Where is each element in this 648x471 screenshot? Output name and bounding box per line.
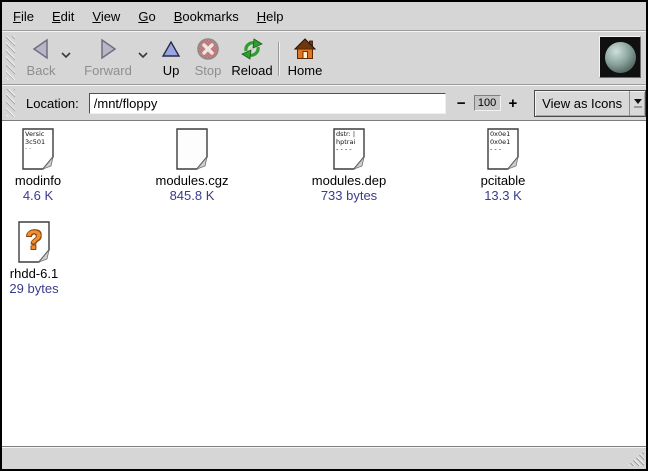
menu-go[interactable]: Go (129, 5, 164, 28)
forward-label: Forward (84, 63, 132, 78)
menu-help[interactable]: Help (248, 5, 293, 28)
toolbar-drag-handle[interactable] (6, 36, 15, 80)
file-size: 29 bytes (9, 281, 58, 296)
question-mark-glyph: ? (17, 222, 51, 258)
preview-line: · · (25, 146, 51, 154)
toolbar-separator (278, 42, 280, 76)
file-item-modules-cgz[interactable]: modules.cgz 845.8 K (132, 128, 252, 203)
forward-arrow-icon (96, 37, 120, 61)
reload-label: Reload (231, 63, 272, 78)
file-item-modinfo[interactable]: Versic 3c501 · · modinfo 4.6 K (2, 128, 98, 203)
throbber-sphere-icon (605, 42, 636, 73)
preview-line: - - - (490, 146, 516, 154)
file-name: modules.dep (312, 173, 386, 188)
location-bar: Location: − 100 + View as Icons (2, 86, 646, 120)
file-item-modules-dep[interactable]: dstr: | hptrai - - - - modules.dep 733 b… (289, 128, 409, 203)
location-label: Location: (26, 96, 79, 111)
file-name: rhdd-6.1 (10, 266, 58, 281)
forward-button[interactable]: Forward (79, 34, 137, 82)
home-icon (293, 37, 317, 61)
home-label: Home (288, 63, 323, 78)
dropdown-arrow-icon (629, 91, 645, 116)
menu-bookmarks[interactable]: Bookmarks (165, 5, 248, 28)
home-button[interactable]: Home (284, 34, 326, 82)
throbber (599, 36, 641, 78)
status-bar (2, 447, 646, 467)
menu-bar: File Edit View Go Bookmarks Help (2, 2, 646, 30)
back-arrow-icon (29, 37, 53, 61)
file-view-area[interactable]: Versic 3c501 · · modinfo 4.6 K modules.c… (2, 120, 646, 447)
back-label: Back (27, 63, 56, 78)
reload-button[interactable]: Reload (228, 34, 276, 82)
resize-grip[interactable] (627, 451, 644, 466)
unknown-file-icon: ? (17, 221, 51, 263)
view-mode-label: View as Icons (535, 96, 629, 111)
file-size: 845.8 K (170, 188, 215, 203)
text-file-icon: Versic 3c501 · · (21, 128, 55, 170)
menu-edit[interactable]: Edit (43, 5, 83, 28)
up-button[interactable]: Up (154, 34, 188, 82)
back-history-dropdown[interactable] (59, 48, 73, 62)
file-item-pcitable[interactable]: 0x0e1 0x0e1 - - - pcitable 13.3 K (443, 128, 563, 203)
preview-line: - - - - (336, 146, 362, 154)
file-name: modules.cgz (156, 173, 229, 188)
blank-file-icon (175, 128, 209, 170)
file-item-rhdd[interactable]: ? rhdd-6.1 29 bytes (2, 221, 94, 296)
file-size: 13.3 K (484, 188, 522, 203)
stop-label: Stop (195, 63, 222, 78)
forward-history-dropdown[interactable] (136, 48, 150, 62)
up-arrow-icon (159, 37, 183, 61)
toolbar: Back Forward Up (2, 32, 646, 84)
stop-icon (196, 37, 220, 61)
location-input[interactable] (89, 93, 446, 114)
file-name: pcitable (481, 173, 526, 188)
view-mode-dropdown[interactable]: View as Icons (534, 90, 646, 117)
zoom-out-button[interactable]: − (457, 95, 466, 112)
file-size: 4.6 K (23, 188, 53, 203)
up-label: Up (163, 63, 180, 78)
file-name: modinfo (15, 173, 61, 188)
text-file-icon: 0x0e1 0x0e1 - - - (486, 128, 520, 170)
menu-file[interactable]: File (4, 5, 43, 28)
zoom-in-button[interactable]: + (509, 95, 518, 112)
zoom-level-indicator[interactable]: 100 (474, 95, 501, 111)
menu-view[interactable]: View (83, 5, 129, 28)
location-bar-drag-handle[interactable] (6, 89, 15, 117)
stop-button[interactable]: Stop (188, 34, 228, 82)
file-size: 733 bytes (321, 188, 377, 203)
text-file-icon: dstr: | hptrai - - - - (332, 128, 366, 170)
file-manager-window: File Edit View Go Bookmarks Help Back Fo… (0, 0, 648, 471)
reload-icon (240, 37, 264, 61)
